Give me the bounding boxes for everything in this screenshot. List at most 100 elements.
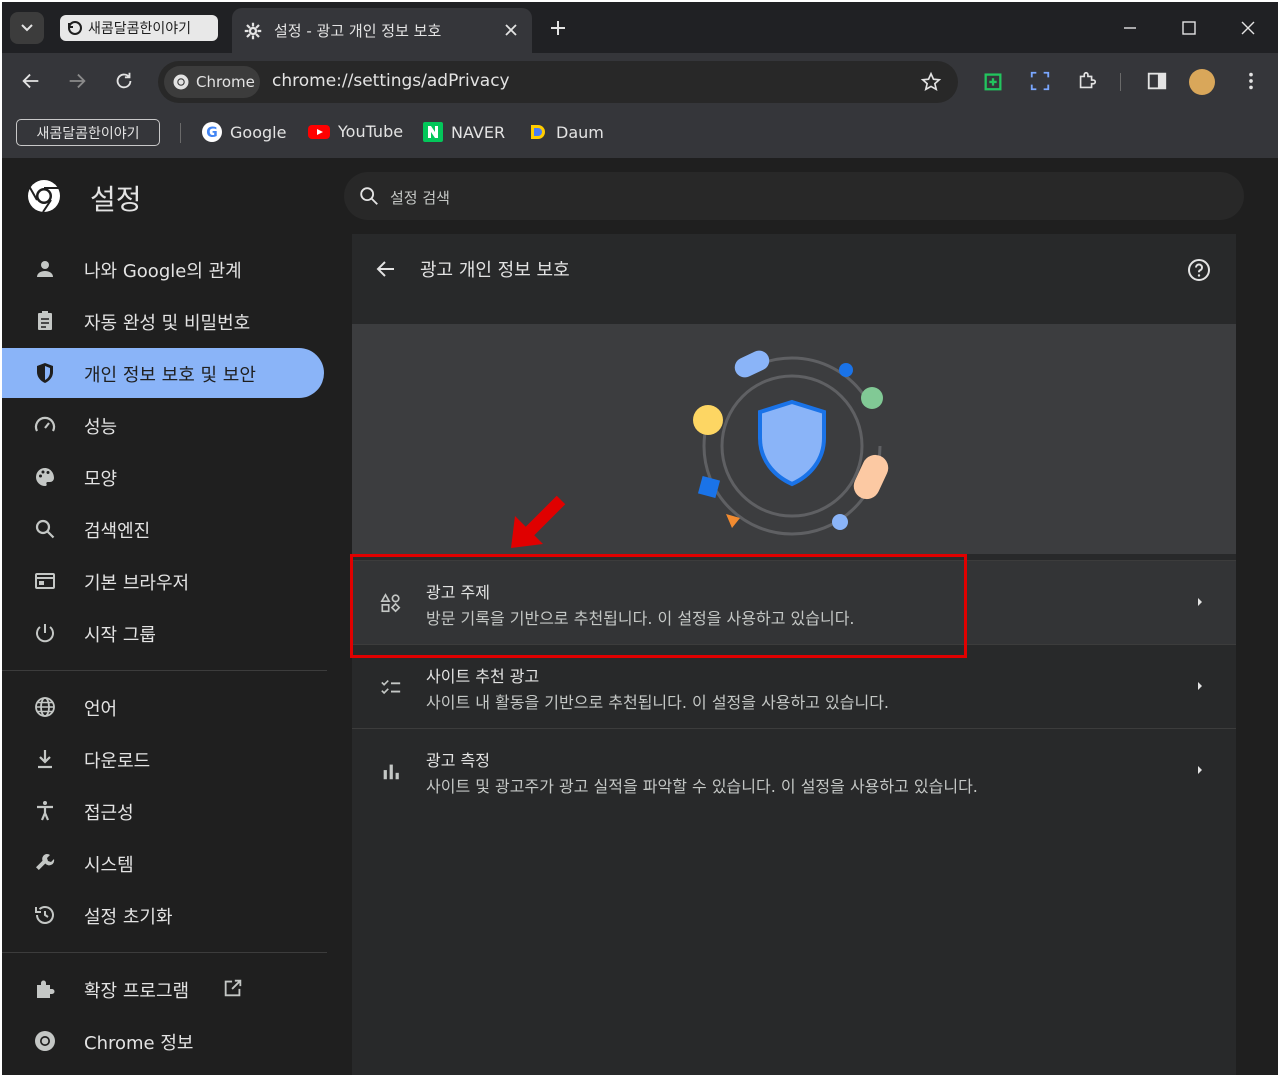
- more-menu-icon[interactable]: [1240, 70, 1262, 92]
- url-text[interactable]: chrome://settings/adPrivacy: [272, 71, 510, 91]
- site-chip-label: Chrome: [196, 73, 255, 91]
- row-title: 사이트 추천 광고: [426, 667, 540, 686]
- sidebar-item-label: 다운로드: [84, 751, 151, 772]
- ad-measurement-row[interactable]: 광고 측정 사이트 및 광고주가 광고 실적을 파악할 수 있습니다. 이 설정…: [352, 728, 1236, 812]
- row-subtitle: 사이트 및 광고주가 광고 실적을 파악할 수 있습니다. 이 설정을 사용하고…: [426, 777, 978, 796]
- search-placeholder: 설정 검색: [390, 189, 450, 207]
- sidebar-item-languages[interactable]: 언어: [2, 682, 324, 732]
- sidebar-item-autofill[interactable]: 자동 완성 및 비밀번호: [2, 296, 324, 346]
- sidebar-item-label: 시작 그룹: [84, 625, 156, 646]
- bookmark-group-label: 새콤달콤한이야기: [36, 125, 140, 142]
- person-icon: [37, 261, 53, 277]
- site-info-chip[interactable]: Chrome: [164, 66, 260, 98]
- sidebar-item-label: 검색엔진: [84, 521, 151, 542]
- sidebar-item-google[interactable]: 나와 Google의 관계: [2, 244, 324, 294]
- back-arrow-icon[interactable]: [374, 257, 398, 281]
- palette-icon: [36, 468, 54, 486]
- sidebar-item-label: 설정 초기화: [84, 907, 173, 928]
- bookmark-divider: [180, 123, 181, 143]
- bookmark-daum[interactable]: Daum: [528, 122, 604, 142]
- settings-search-input[interactable]: 설정 검색: [344, 172, 1244, 220]
- help-icon[interactable]: [1186, 257, 1212, 283]
- download-icon: [38, 750, 52, 769]
- sidebar-item-reset[interactable]: 설정 초기화: [2, 890, 324, 940]
- tab-settings[interactable]: 설정 - 광고 개인 정보 보호: [232, 8, 532, 53]
- maximize-icon[interactable]: [1177, 16, 1201, 40]
- power-icon: [36, 624, 54, 643]
- highlight-box: [350, 554, 967, 658]
- sidebar-item-search-engine[interactable]: 검색엔진: [2, 504, 324, 554]
- sidebar-item-label: Chrome 정보: [84, 1033, 194, 1054]
- sidebar-item-accessibility[interactable]: 접근성: [2, 786, 324, 836]
- red-arrow-icon: [511, 495, 566, 548]
- back-icon[interactable]: [20, 70, 42, 92]
- sync-icon: [68, 21, 82, 35]
- naver-icon: [423, 122, 443, 142]
- reload-icon[interactable]: [113, 70, 135, 92]
- bookmark-star-icon[interactable]: [920, 71, 942, 93]
- svg-text:G: G: [206, 125, 218, 141]
- address-bar[interactable]: Chrome chrome://settings/adPrivacy: [158, 61, 958, 103]
- shield-illustration-icon: [693, 350, 889, 536]
- row-title: 광고 측정: [426, 751, 490, 770]
- forward-icon[interactable]: [66, 70, 88, 92]
- sidebar-item-system[interactable]: 시스템: [2, 838, 324, 888]
- sidebar-item-label: 시스템: [84, 855, 134, 876]
- chevron-right-icon: [1198, 598, 1202, 606]
- tab-group-chip[interactable]: 새콤달콤한이야기: [60, 15, 218, 41]
- settings-sidebar: 나와 Google의 관계 자동 완성 및 비밀번호 개인 정보 보호 및 보안…: [2, 234, 352, 1075]
- sidebar-divider: [2, 670, 327, 671]
- bookmark-label: Google: [230, 122, 287, 142]
- sidebar-item-label: 나와 Google의 관계: [84, 261, 242, 282]
- chevron-down-icon: [21, 24, 33, 32]
- chevron-right-icon: [1198, 682, 1202, 690]
- bar-chart-icon: [383, 764, 399, 780]
- daum-icon: [531, 125, 545, 139]
- sidebar-item-label: 기본 브라우저: [84, 573, 190, 594]
- screenshot-icon[interactable]: [1029, 70, 1051, 92]
- sidebar-item-extensions[interactable]: 확장 프로그램: [2, 964, 324, 1014]
- sidebar-item-label: 확장 프로그램: [84, 981, 190, 1002]
- avatar[interactable]: [1189, 69, 1215, 95]
- bookmark-naver[interactable]: NAVER: [423, 122, 505, 142]
- sidebar-item-label: 자동 완성 및 비밀번호: [84, 313, 251, 334]
- bookmark-group-chip[interactable]: 새콤달콤한이야기: [16, 119, 160, 146]
- open-in-new-icon: [224, 979, 242, 997]
- settings-header: 설정 설정 검색: [2, 158, 1278, 234]
- chrome-logo-icon: [28, 180, 60, 213]
- settings-title: 설정: [90, 183, 142, 216]
- sidebar-item-label: 개인 정보 보호 및 보안: [84, 365, 256, 386]
- bookmark-youtube[interactable]: YouTube: [308, 122, 403, 141]
- close-window-icon[interactable]: [1236, 16, 1260, 40]
- speedometer-icon: [34, 416, 56, 432]
- sidebar-item-privacy[interactable]: 개인 정보 보호 및 보안: [2, 348, 324, 398]
- extension-green-icon[interactable]: [982, 70, 1004, 92]
- toolbar: Chrome chrome://settings/adPrivacy: [2, 53, 1278, 108]
- puzzle-icon: [37, 980, 55, 998]
- gear-icon: [244, 22, 262, 39]
- sidebar-item-default-browser[interactable]: 기본 브라우저: [2, 556, 324, 606]
- tab-strip: 새콤달콤한이야기 설정 - 광고 개인 정보 보호: [2, 2, 1278, 53]
- globe-icon: [35, 697, 55, 717]
- tab-search-button[interactable]: [10, 12, 44, 44]
- bookmark-label: YouTube: [338, 122, 404, 141]
- browser-window: 새콤달콤한이야기 설정 - 광고 개인 정보 보호 Chrome chrome:…: [2, 2, 1278, 1075]
- sidebar-item-downloads[interactable]: 다운로드: [2, 734, 324, 784]
- sidebar-item-on-startup[interactable]: 시작 그룹: [2, 608, 324, 658]
- close-tab-icon[interactable]: [502, 21, 520, 39]
- side-panel-icon[interactable]: [1146, 70, 1168, 92]
- bookmark-google[interactable]: G Google: [202, 122, 286, 142]
- chrome-icon: [173, 74, 189, 90]
- chevron-right-icon: [1198, 766, 1202, 774]
- toolbar-divider: [1120, 73, 1121, 91]
- clipboard-icon: [38, 311, 52, 330]
- shield-icon: [37, 363, 53, 383]
- sidebar-item-performance[interactable]: 성능: [2, 400, 324, 450]
- new-tab-icon[interactable]: [548, 18, 568, 38]
- browser-icon: [35, 573, 55, 589]
- sidebar-item-about-chrome[interactable]: Chrome 정보: [2, 1016, 324, 1066]
- row-subtitle: 사이트 내 활동을 기반으로 추천됩니다. 이 설정을 사용하고 있습니다.: [426, 693, 890, 712]
- minimize-icon[interactable]: [1118, 16, 1142, 40]
- sidebar-item-appearance[interactable]: 모양: [2, 452, 324, 502]
- extensions-puzzle-icon[interactable]: [1076, 70, 1098, 92]
